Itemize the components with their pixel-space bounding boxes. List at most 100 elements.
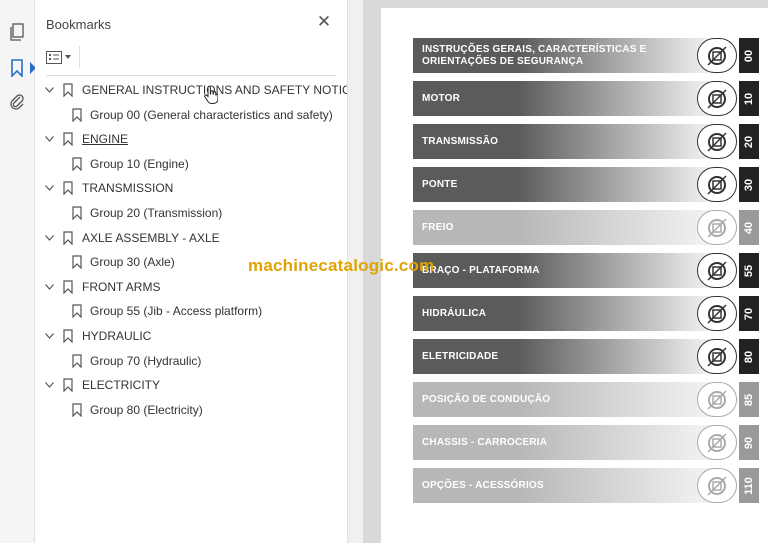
bookmark-icon [72,353,82,368]
tool-rail [0,0,36,543]
brake-icon [697,210,737,245]
chevron-down-icon[interactable] [42,329,56,343]
section-tab[interactable]: ELETRICIDADE 80 [413,339,759,374]
section-number-box: 90 [739,425,759,460]
bookmark-label: Group 80 (Electricity) [90,402,203,417]
section-label: MOTOR [422,92,461,104]
section-label: FREIO [422,221,454,233]
hand-cursor-icon [204,85,219,104]
panel-title: Bookmarks [46,17,112,32]
bookmark-item[interactable]: FRONT ARMS [35,277,160,297]
section-label: TRANSMISSÃO [422,135,499,147]
section-label: HIDRÁULICA [422,307,487,319]
toolbar-divider [79,46,80,68]
bookmark-child-item[interactable]: Group 55 (Jib - Access platform) [35,301,262,321]
bookmark-child-item[interactable]: Group 20 (Transmission) [35,203,222,223]
chevron-down-icon[interactable] [42,83,56,97]
section-label: BRAÇO - PLATAFORMA [422,264,540,276]
section-tab[interactable]: OPÇÕES - ACESSÓRIOS 110 [413,468,759,503]
section-number: 80 [743,350,755,363]
section-tab[interactable]: TRANSMISSÃO 20 [413,124,759,159]
section-number-box: 20 [739,124,759,159]
chevron-down-icon[interactable] [42,231,56,245]
section-tab[interactable]: FREIO 40 [413,210,759,245]
section-number-box: 80 [739,339,759,374]
pages-icon[interactable] [6,21,28,43]
bookmark-icon [63,230,73,245]
chassis-icon [697,425,737,460]
section-number: 110 [743,476,755,495]
section-number-box: 40 [739,210,759,245]
section-label: PONTE [422,178,458,190]
bookmark-item[interactable]: AXLE ASSEMBLY - AXLE [35,228,220,248]
bookmark-label: FRONT ARMS [82,279,161,294]
bookmark-label: ELECTRICITY [82,378,161,393]
section-number-box: 70 [739,296,759,331]
bookmark-child-item[interactable]: Group 80 (Electricity) [35,400,203,420]
bookmark-icon [72,107,82,122]
bookmark-child-item[interactable]: Group 10 (Engine) [35,154,189,174]
panel-divider [46,75,336,76]
bookmark-item[interactable]: ENGINE [35,129,128,149]
chevron-down-icon[interactable] [42,132,56,146]
bookmark-icon [72,403,82,417]
section-tab[interactable]: MOTOR 10 [413,81,759,116]
bookmark-label: Group 00 (General characteristics and sa… [90,107,333,122]
driving-seat-icon [697,382,737,417]
bookmark-icon[interactable] [6,57,36,79]
section-number-box: 30 [739,167,759,202]
section-tab[interactable]: HIDRÁULICA 70 [413,296,759,331]
section-label: CHASSIS - CARROCERIA [422,436,548,448]
close-icon[interactable]: ✕ [316,13,332,30]
bookmark-label: Group 30 (Axle) [90,255,175,270]
panel-scrollbar[interactable] [347,0,363,543]
section-label: INSTRUÇÕES GERAIS, CARACTERÍSTICAS E ORI… [422,43,647,67]
bookmark-item[interactable]: HYDRAULIC [35,326,151,346]
bookmark-icon [63,378,73,393]
section-number-box: 110 [739,468,759,503]
section-label: ELETRICIDADE [422,350,499,362]
section-label: POSIÇÃO DE CONDUÇÃO [422,393,551,405]
bookmark-child-item[interactable]: Group 00 (General characteristics and sa… [35,105,333,125]
chevron-down-icon[interactable] [42,378,56,392]
accessories-icon [697,468,737,503]
section-tab[interactable]: CHASSIS - CARROCERIA 90 [413,425,759,460]
paperclip-icon[interactable] [6,91,28,113]
bookmark-icon [72,206,82,220]
chevron-down-icon[interactable] [42,280,56,294]
section-number-box: 10 [739,81,759,116]
bookmark-child-item[interactable]: Group 30 (Axle) [35,252,175,272]
battery-icon [697,339,737,374]
engine-icon [697,81,737,116]
section-number: 55 [743,264,755,277]
bookmark-item[interactable]: GENERAL INSTRUCTIONS AND SAFETY NOTICE [35,80,359,100]
section-tab[interactable]: POSIÇÃO DE CONDUÇÃO 85 [413,382,759,417]
chevron-down-icon[interactable] [42,181,56,195]
section-number-box: 55 [739,253,759,288]
bookmark-child-item[interactable]: Group 70 (Hydraulic) [35,351,201,371]
bookmark-label: HYDRAULIC [82,329,152,343]
bookmark-label: Group 20 (Transmission) [90,206,223,220]
bookmark-label: Group 10 (Engine) [90,156,189,171]
section-tab[interactable]: PONTE 30 [413,167,759,202]
bookmark-icon [63,329,73,343]
section-number-box: 00 [739,38,759,73]
bookmark-item[interactable]: ELECTRICITY [35,375,160,395]
bookmark-label: GENERAL INSTRUCTIONS AND SAFETY NOTICE [82,83,359,97]
section-tab[interactable]: INSTRUÇÕES GERAIS, CARACTERÍSTICAS E ORI… [413,38,759,73]
section-number: 00 [743,49,755,62]
bookmark-icon [72,255,82,270]
list-options-icon[interactable] [46,47,76,67]
bookmark-label: Group 70 (Hydraulic) [90,353,202,368]
axle-icon [697,167,737,202]
bookmark-icon [72,157,82,171]
bookmark-icon [72,304,82,319]
bookmark-icon [63,280,73,294]
bookmark-label: TRANSMISSION [82,181,174,196]
bookmark-item[interactable]: TRANSMISSION [35,178,173,198]
bookmark-label: Group 55 (Jib - Access platform) [90,304,263,319]
section-number: 90 [743,436,755,449]
section-number: 10 [743,92,755,105]
section-tab[interactable]: BRAÇO - PLATAFORMA 55 [413,253,759,288]
bookmark-label: AXLE ASSEMBLY - AXLE [82,230,220,245]
